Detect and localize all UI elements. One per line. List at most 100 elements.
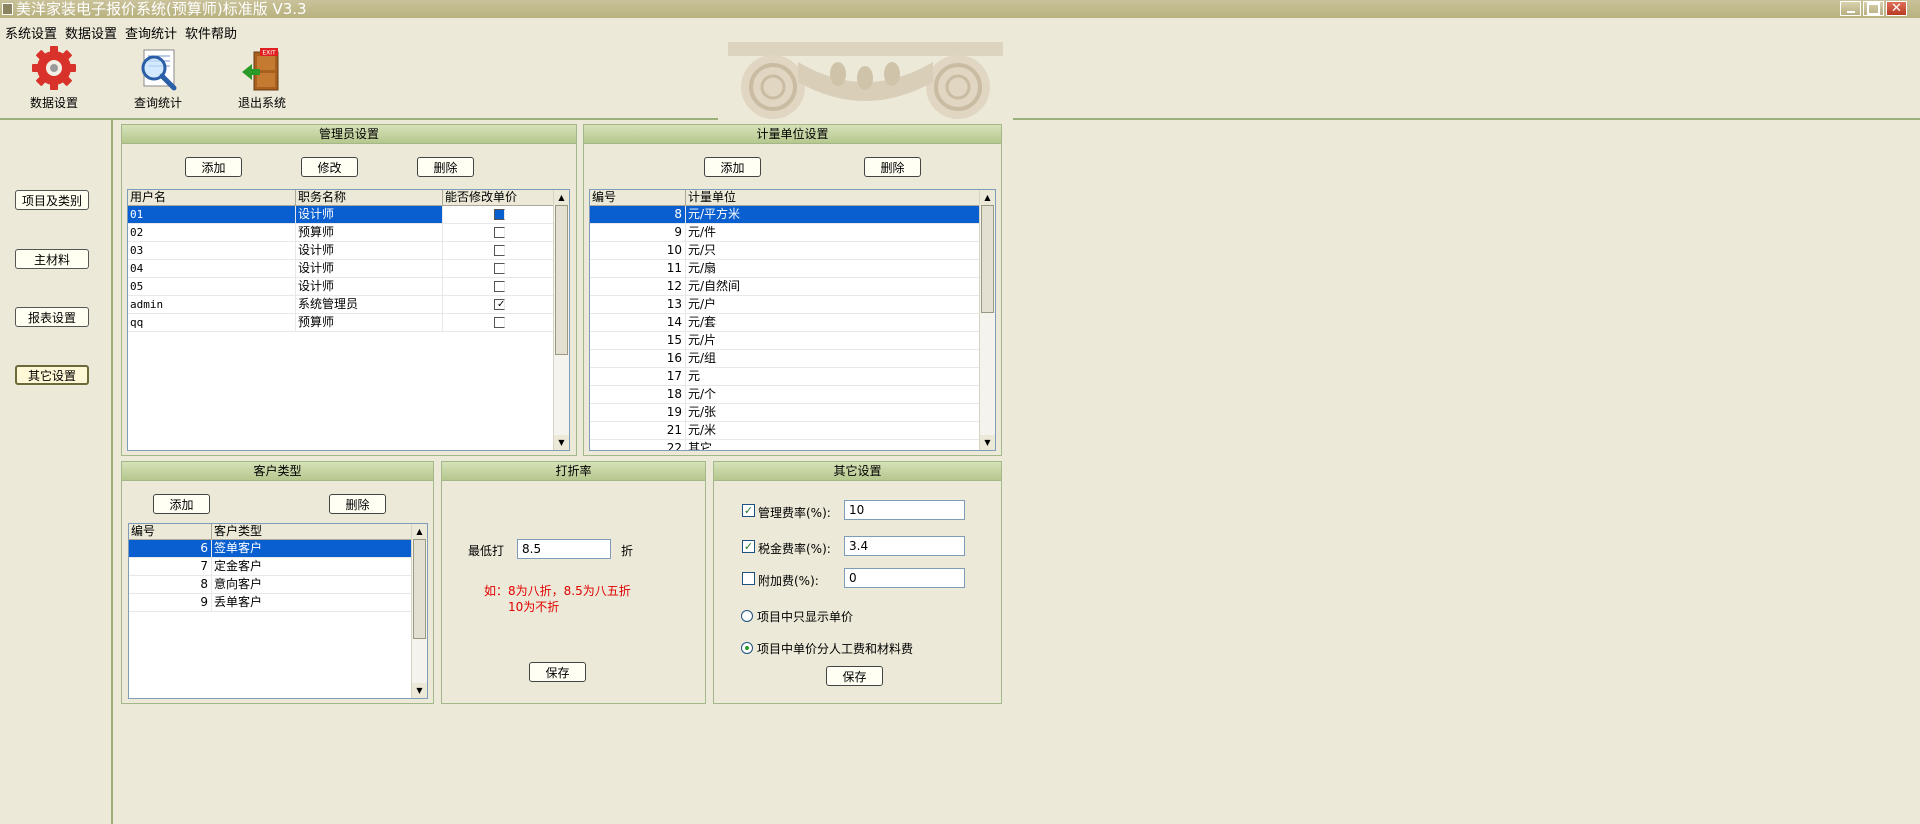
unit-add-button[interactable]: 添加 (704, 157, 761, 177)
table-row[interactable]: 8 意向客户 (129, 576, 413, 594)
can-edit-price-checkbox[interactable] (494, 209, 505, 220)
table-row[interactable]: 04 设计师 (128, 260, 555, 278)
scroll-up-arrow-icon[interactable]: ▲ (980, 190, 995, 205)
gear-icon (30, 46, 78, 92)
table-row[interactable]: 13 元/户 (590, 296, 981, 314)
unit-id-cell: 16 (590, 350, 686, 367)
admin-delete-button[interactable]: 删除 (417, 157, 474, 177)
nav-report-settings-button[interactable]: 报表设置 (15, 307, 89, 327)
scroll-down-arrow-icon[interactable]: ▼ (980, 435, 995, 450)
can-edit-price-checkbox[interactable] (494, 263, 505, 274)
min-discount-input[interactable]: 8.5 (517, 539, 611, 559)
table-row[interactable]: 11 元/扇 (590, 260, 981, 278)
table-row[interactable]: 7 定金客户 (129, 558, 413, 576)
discount-save-button[interactable]: 保存 (529, 662, 586, 682)
data-settings-tool[interactable]: 数据设置 (14, 46, 94, 111)
maximize-button[interactable] (1863, 1, 1884, 16)
discount-panel: 打折率 最低打 8.5 折 如：8为八折，8.5为八五折 10为不折 保存 (441, 461, 706, 704)
menu-system-settings[interactable]: 系统设置 (5, 23, 57, 42)
unit-table[interactable]: 编号 计量单位 8 元/平方米 9 元/件 10 元/只 11 元/扇 12 元/自然间 13 元/户… (589, 189, 996, 451)
customer-add-button[interactable]: 添加 (153, 494, 210, 514)
customer-table[interactable]: 编号 客户类型 6 签单客户 7 定金客户 8 意向客户 9 丢单客户 ▲ ▼ (128, 523, 428, 699)
can-edit-price-checkbox[interactable]: ✓ (494, 299, 505, 310)
scroll-thumb[interactable] (981, 205, 994, 313)
can-edit-price-checkbox[interactable] (494, 227, 505, 238)
admin-table[interactable]: 用户名 职务名称 能否修改单价 01 设计师 02 预算师 03 设计师 04 设计师 05 设计… (127, 189, 570, 451)
can-edit-price-checkbox[interactable] (494, 281, 505, 292)
table-row[interactable]: admin 系统管理员 ✓ (128, 296, 555, 314)
split-labor-material-radio[interactable] (741, 642, 753, 654)
unit-table-scrollbar[interactable]: ▲ ▼ (979, 190, 995, 450)
exit-system-tool[interactable]: EXIT 退出系统 (222, 46, 302, 111)
scroll-thumb[interactable] (555, 205, 568, 355)
scroll-thumb[interactable] (413, 539, 426, 639)
unit-id-cell: 12 (590, 278, 686, 295)
table-row[interactable]: 21 元/米 (590, 422, 981, 440)
table-row[interactable]: 8 元/平方米 (590, 206, 981, 224)
customer-table-scrollbar[interactable]: ▲ ▼ (411, 524, 427, 698)
nav-items-categories-button[interactable]: 项目及类别 (15, 190, 89, 210)
table-row[interactable]: 03 设计师 (128, 242, 555, 260)
customer-delete-button[interactable]: 删除 (329, 494, 386, 514)
mgmt-fee-input[interactable]: 10 (844, 500, 965, 520)
table-row[interactable]: 9 元/件 (590, 224, 981, 242)
unit-id-cell: 11 (590, 260, 686, 277)
unit-id-cell: 14 (590, 314, 686, 331)
menu-bar: 系统设置 数据设置 查询统计 软件帮助 (0, 18, 1920, 42)
table-row[interactable]: 16 元/组 (590, 350, 981, 368)
unit-delete-button[interactable]: 删除 (864, 157, 921, 177)
can-edit-price-checkbox[interactable] (494, 317, 505, 328)
unit-name-cell: 元/套 (686, 314, 981, 331)
can-edit-price-cell (443, 260, 555, 277)
table-row[interactable]: 15 元/片 (590, 332, 981, 350)
scroll-up-arrow-icon[interactable]: ▲ (554, 190, 569, 205)
nav-other-settings-button[interactable]: 其它设置 (15, 365, 89, 385)
tax-rate-checkbox[interactable]: ✓ (742, 540, 755, 553)
table-row[interactable]: 05 设计师 (128, 278, 555, 296)
table-row[interactable]: 01 设计师 (128, 206, 555, 224)
admin-table-header: 用户名 职务名称 能否修改单价 (128, 190, 555, 206)
can-edit-price-cell (443, 242, 555, 259)
scroll-down-arrow-icon[interactable]: ▼ (554, 435, 569, 450)
table-row[interactable]: 22 其它 (590, 440, 981, 450)
admin-add-button[interactable]: 添加 (185, 157, 242, 177)
table-row[interactable]: 14 元/套 (590, 314, 981, 332)
query-stats-tool[interactable]: 查询统计 (118, 46, 198, 111)
admin-edit-button[interactable]: 修改 (301, 157, 358, 177)
can-edit-price-cell (443, 278, 555, 295)
discount-hint-line1: 如：8为八折，8.5为八五折 (484, 584, 631, 598)
scroll-up-arrow-icon[interactable]: ▲ (412, 524, 427, 539)
minimize-button[interactable] (1840, 1, 1861, 16)
split-labor-material-label: 项目中单价分人工费和材料费 (757, 642, 914, 656)
unit-id-cell: 17 (590, 368, 686, 385)
mgmt-fee-checkbox[interactable]: ✓ (742, 504, 755, 517)
can-edit-price-cell (443, 224, 555, 241)
tax-rate-input[interactable]: 3.4 (844, 536, 965, 556)
admin-table-scrollbar[interactable]: ▲ ▼ (553, 190, 569, 450)
table-row[interactable]: 9 丢单客户 (129, 594, 413, 612)
can-edit-price-checkbox[interactable] (494, 245, 505, 256)
surcharge-input[interactable]: 0 (844, 568, 965, 588)
app-icon[interactable] (2, 3, 13, 15)
table-row[interactable]: 10 元/只 (590, 242, 981, 260)
menu-data-settings[interactable]: 数据设置 (65, 23, 117, 42)
table-row[interactable]: 18 元/个 (590, 386, 981, 404)
table-row[interactable]: qq 预算师 (128, 314, 555, 332)
show-unit-price-only-radio[interactable] (741, 610, 753, 622)
table-row[interactable]: 12 元/自然间 (590, 278, 981, 296)
table-row[interactable]: 6 签单客户 (129, 540, 413, 558)
nav-main-materials-button[interactable]: 主材料 (15, 249, 89, 269)
scroll-down-arrow-icon[interactable]: ▼ (412, 683, 427, 698)
customer-type-cell: 签单客户 (212, 540, 413, 557)
table-row[interactable]: 17 元 (590, 368, 981, 386)
col-role: 职务名称 (296, 190, 443, 205)
surcharge-label: 附加费(%): (758, 574, 819, 588)
surcharge-checkbox[interactable] (742, 572, 755, 585)
table-row[interactable]: 02 预算师 (128, 224, 555, 242)
query-stats-label: 查询统计 (133, 96, 182, 110)
menu-query-stats[interactable]: 查询统计 (125, 23, 177, 42)
menu-software-help[interactable]: 软件帮助 (185, 23, 237, 42)
other-save-button[interactable]: 保存 (826, 666, 883, 686)
table-row[interactable]: 19 元/张 (590, 404, 981, 422)
close-button[interactable]: ✕ (1886, 1, 1907, 16)
